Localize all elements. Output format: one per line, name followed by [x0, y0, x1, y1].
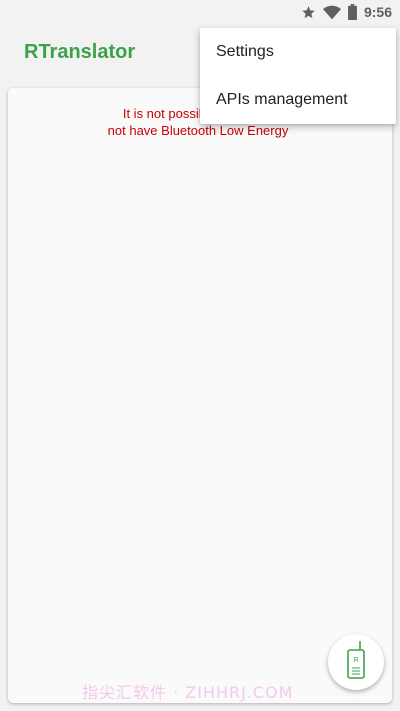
app-title: RTranslator [24, 41, 136, 63]
walkie-talkie-button[interactable]: R [328, 634, 384, 690]
svg-text:R: R [353, 657, 358, 664]
menu-item-apis-management[interactable]: APIs management [200, 76, 396, 124]
wifi-icon [322, 5, 341, 20]
status-bar: 9:56 [0, 0, 400, 24]
bluetooth-warning-line2: not have Bluetooth Low Energy [107, 123, 289, 138]
devices-card: It is not possible to search not have Bl… [8, 88, 392, 703]
star-icon [301, 5, 316, 20]
overflow-menu: Settings APIs management [200, 28, 396, 124]
menu-item-settings[interactable]: Settings [200, 28, 396, 76]
watermark: 指尖汇软件 · ZIHHRJ.COM [82, 683, 294, 702]
battery-icon [348, 4, 357, 20]
status-icons: 9:56 [301, 3, 392, 21]
status-time: 9:56 [363, 4, 392, 20]
walkie-talkie-icon: R [345, 640, 367, 685]
